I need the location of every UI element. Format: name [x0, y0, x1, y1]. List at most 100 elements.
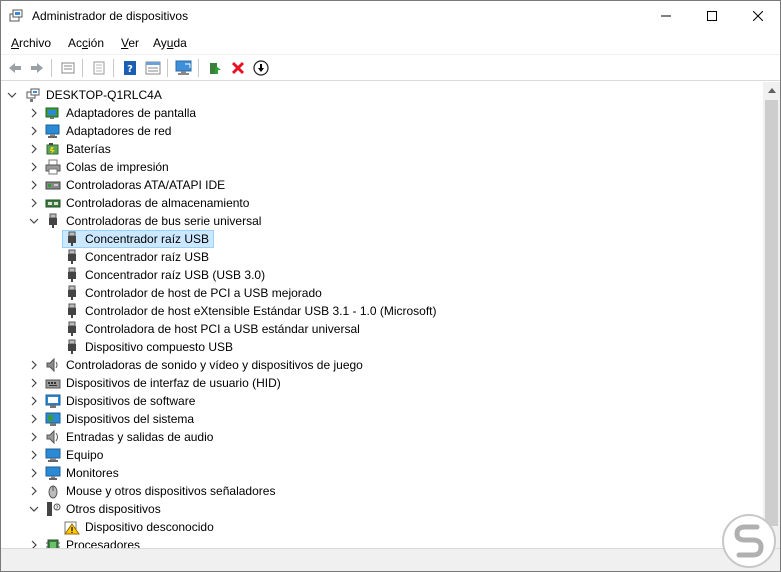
computer-network-icon: [25, 87, 41, 103]
close-button[interactable]: [735, 1, 781, 31]
maximize-button[interactable]: [689, 1, 735, 31]
tree-item-label: Baterías: [66, 142, 111, 156]
network-adapter-icon: [45, 123, 61, 139]
tree-category[interactable]: Entradas y salidas de audio: [1, 428, 761, 446]
tree-category[interactable]: Controladoras de bus serie universal: [1, 212, 761, 230]
tree-category[interactable]: Dispositivos de software: [1, 392, 761, 410]
chevron-right-icon[interactable]: [29, 467, 39, 479]
scrollbar-thumb[interactable]: [765, 100, 778, 526]
show-hidden-button[interactable]: [143, 58, 163, 78]
uninstall-icon: [231, 61, 245, 75]
tree-device[interactable]: Concentrador raíz USB: [1, 248, 761, 266]
chevron-down-icon[interactable]: [29, 503, 39, 515]
vertical-scrollbar[interactable]: [763, 82, 780, 548]
usb-icon: [64, 339, 80, 355]
processor-icon: [45, 537, 61, 548]
chevron-right-icon[interactable]: [29, 395, 39, 407]
chevron-right-icon[interactable]: [29, 107, 39, 119]
chevron-down-icon[interactable]: [7, 89, 17, 101]
tree-item-label: Concentrador raíz USB: [85, 232, 210, 246]
device-manager-window: Administrador de dispositivos Archivo Ac…: [0, 0, 781, 572]
chevron-right-icon[interactable]: [29, 431, 39, 443]
tree-category[interactable]: ? Otros dispositivos: [1, 500, 761, 518]
print-button[interactable]: [89, 58, 109, 78]
scan-hardware-button[interactable]: [174, 58, 194, 78]
tree-item-label: Controlador de host de PCI a USB mejorad…: [85, 286, 322, 300]
chevron-right-icon[interactable]: [29, 449, 39, 461]
help-icon: ?: [124, 61, 136, 75]
properties-button[interactable]: [58, 58, 78, 78]
tree-category[interactable]: Mouse y otros dispositivos señaladores: [1, 482, 761, 500]
uninstall-button[interactable]: [228, 58, 248, 78]
display-adapter-icon: [45, 105, 61, 121]
tree-category[interactable]: Adaptadores de red: [1, 122, 761, 140]
print-icon: [93, 61, 105, 75]
window-title: Administrador de dispositivos: [32, 9, 189, 23]
tree-device[interactable]: Controlador de host de PCI a USB mejorad…: [1, 284, 761, 302]
tree-device[interactable]: Dispositivo desconocido: [1, 518, 761, 536]
tree-category[interactable]: Controladoras ATA/ATAPI IDE: [1, 176, 761, 194]
tree-item-label: Mouse y otros dispositivos señaladores: [66, 484, 276, 498]
menu-archivo[interactable]: Archivo: [11, 36, 51, 50]
tree-device[interactable]: Dispositivo compuesto USB: [1, 338, 761, 356]
tree-category[interactable]: Monitores: [1, 464, 761, 482]
scroll-up-icon: [767, 88, 776, 93]
chevron-right-icon[interactable]: [29, 359, 39, 371]
chevron-right-icon[interactable]: [29, 143, 39, 155]
tree-category[interactable]: Procesadores: [1, 536, 761, 548]
tree-category[interactable]: Equipo: [1, 446, 761, 464]
chevron-right-icon[interactable]: [29, 377, 39, 389]
tree-root[interactable]: DESKTOP-Q1RLC4A: [1, 86, 761, 104]
forward-button[interactable]: [27, 58, 47, 78]
menu-ayuda[interactable]: Ayuda: [153, 36, 187, 50]
tree-item-label: Entradas y salidas de audio: [66, 430, 214, 444]
other-devices-icon: ?: [45, 501, 61, 517]
tree-category[interactable]: Adaptadores de pantalla: [1, 104, 761, 122]
forward-icon: [31, 63, 43, 73]
tree-item-label: Dispositivos de software: [66, 394, 196, 408]
help-button[interactable]: ?: [120, 58, 140, 78]
tree-item-label: Otros dispositivos: [66, 502, 161, 516]
update-driver-icon: [210, 63, 221, 74]
device-tree[interactable]: DESKTOP-Q1RLC4A Adaptadores de pantalla A…: [1, 82, 763, 548]
back-button[interactable]: [5, 58, 25, 78]
chevron-down-icon[interactable]: [29, 215, 39, 227]
update-driver-button[interactable]: [205, 58, 225, 78]
chevron-right-icon[interactable]: [29, 125, 39, 137]
tree-category[interactable]: Colas de impresión: [1, 158, 761, 176]
tree-item-label: Controladoras de almacenamiento: [66, 196, 250, 210]
tree-item-label: Dispositivo compuesto USB: [85, 340, 234, 354]
scroll-up-button[interactable]: [763, 82, 780, 99]
tree-device[interactable]: Concentrador raíz USB: [1, 230, 761, 248]
menu-accion[interactable]: Acción: [68, 36, 104, 50]
chevron-right-icon[interactable]: [29, 161, 39, 173]
usb-icon: [64, 285, 80, 301]
close-icon: [753, 11, 763, 21]
tree-device[interactable]: Controladora de host PCI a USB estándar …: [1, 320, 761, 338]
tree-category[interactable]: Controladoras de sonido y vídeo y dispos…: [1, 356, 761, 374]
chevron-right-icon[interactable]: [29, 413, 39, 425]
scan-hardware-icon: [175, 60, 192, 75]
tree-device[interactable]: Concentrador raíz USB (USB 3.0): [1, 266, 761, 284]
chevron-right-icon[interactable]: [29, 179, 39, 191]
tree-category[interactable]: Baterías: [1, 140, 761, 158]
chevron-right-icon[interactable]: [29, 485, 39, 497]
disable-device-button[interactable]: [251, 58, 271, 78]
tree-category[interactable]: Dispositivos de interfaz de usuario (HID…: [1, 374, 761, 392]
svg-text:?: ?: [55, 505, 58, 512]
usb-icon: [64, 231, 80, 247]
tree-item-label: Controladoras de sonido y vídeo y dispos…: [66, 358, 363, 372]
tree-category[interactable]: Dispositivos del sistema: [1, 410, 761, 428]
software-device-icon: [45, 393, 61, 409]
mouse-icon: [45, 483, 61, 499]
minimize-button[interactable]: [643, 1, 689, 31]
battery-icon: [45, 141, 61, 157]
title-bar[interactable]: Administrador de dispositivos: [1, 1, 780, 32]
tree-device[interactable]: Controlador de host eXtensible Estándar …: [1, 302, 761, 320]
chevron-right-icon[interactable]: [29, 539, 39, 548]
toolbar: ?: [1, 54, 780, 81]
chevron-right-icon[interactable]: [29, 197, 39, 209]
menu-ver[interactable]: Ver: [121, 36, 139, 50]
tree-category[interactable]: Controladoras de almacenamiento: [1, 194, 761, 212]
tree-item-label: Concentrador raíz USB (USB 3.0): [85, 268, 266, 282]
